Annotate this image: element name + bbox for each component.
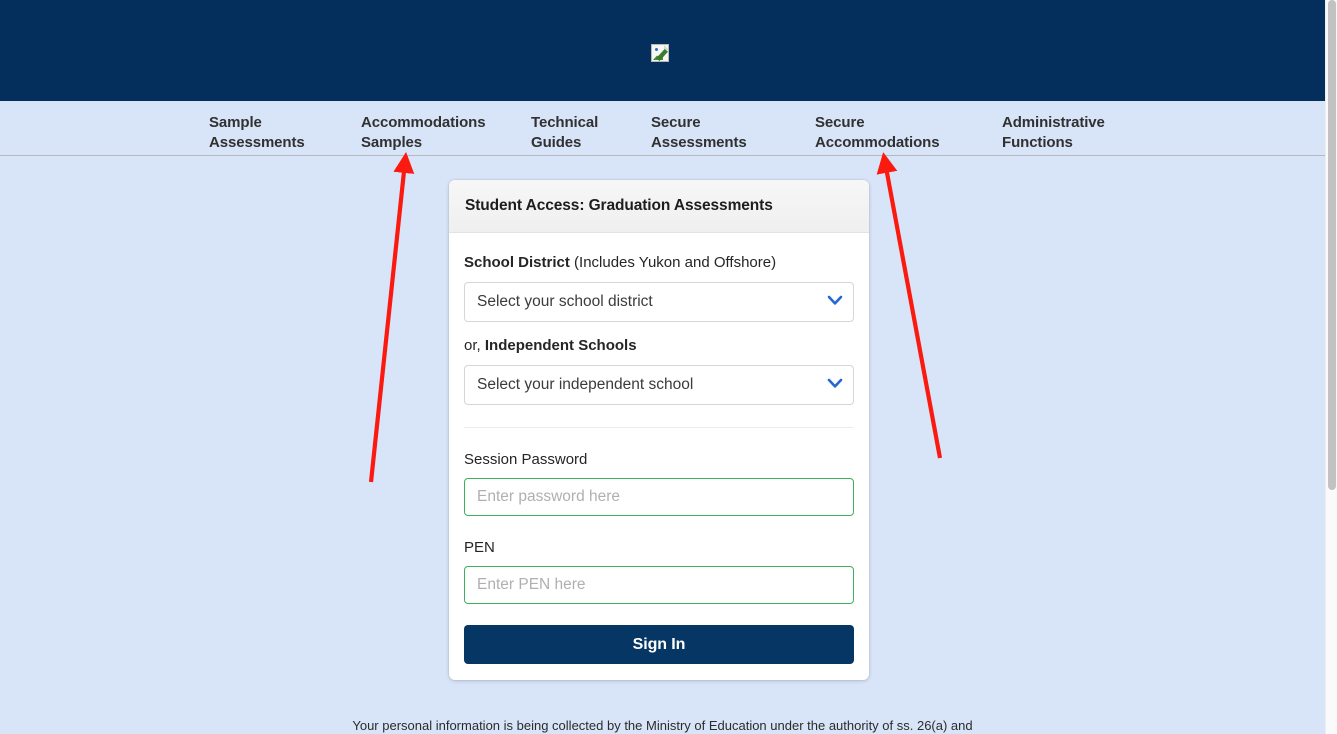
school-district-label: School District (Includes Yukon and Offs…	[464, 253, 854, 273]
session-password-label: Session Password	[464, 451, 588, 468]
nav-item-technical-guides-label: Technical Guides	[531, 114, 599, 151]
site-logo-broken-image-icon	[651, 44, 669, 62]
pen-input[interactable]	[464, 566, 854, 604]
session-password-input[interactable]	[464, 478, 854, 516]
nav-item-sample-assessments-label: Sample Assessments	[209, 114, 305, 151]
scrollbar-thumb[interactable]	[1328, 0, 1336, 490]
school-district-select[interactable]: Select your school district	[464, 282, 854, 322]
site-header	[0, 0, 1325, 101]
page-root: Sample Assessments Accommodations Sample…	[0, 0, 1337, 734]
student-access-login-card: Student Access: Graduation Assessments S…	[449, 180, 869, 680]
nav-item-secure-assessments-label: Secure Assessments	[651, 114, 747, 151]
nav-item-accommodations-samples-label: Accommodations Samples	[361, 114, 486, 151]
card-header: Student Access: Graduation Assessments	[449, 180, 869, 233]
independent-schools-label: or, Independent Schools	[464, 336, 854, 356]
chevron-down-icon	[827, 378, 843, 390]
nav-item-secure-accommodations-label: Secure Accommodations	[815, 114, 940, 151]
page-content: Student Access: Graduation Assessments S…	[0, 156, 1325, 734]
independent-school-select-value: Select your independent school	[477, 376, 694, 393]
school-district-select-value: Select your school district	[477, 293, 653, 310]
browser-viewport: Sample Assessments Accommodations Sample…	[0, 0, 1325, 734]
school-district-label-rest: (Includes Yukon and Offshore)	[569, 254, 777, 271]
independent-schools-label-prefix: or,	[464, 337, 485, 354]
page-title: Student Access: Graduation Assessments	[465, 197, 773, 214]
card-body: School District (Includes Yukon and Offs…	[449, 233, 869, 680]
sign-in-button[interactable]: Sign In	[464, 625, 854, 664]
nav-item-administrative-functions-label: Administrative Functions	[1002, 114, 1105, 151]
vertical-scrollbar[interactable]	[1325, 0, 1337, 734]
independent-schools-label-bold: Independent Schools	[484, 337, 637, 354]
privacy-notice-text: Your personal information is being colle…	[352, 718, 973, 733]
pen-label: PEN	[464, 539, 495, 556]
school-district-label-bold: School District	[464, 254, 570, 271]
form-divider	[464, 427, 854, 428]
chevron-down-icon	[827, 295, 843, 307]
main-navigation: Sample Assessments Accommodations Sample…	[0, 101, 1325, 188]
independent-school-select[interactable]: Select your independent school	[464, 365, 854, 405]
